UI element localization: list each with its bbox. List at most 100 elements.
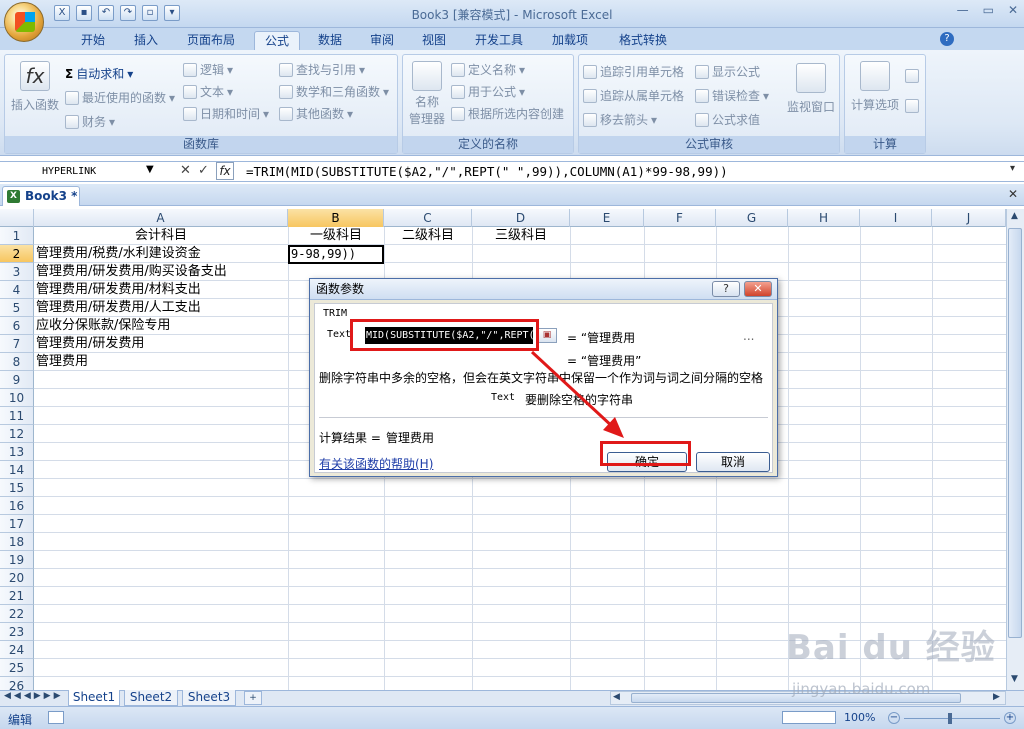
finance-button[interactable]: 财务 ▾ (65, 113, 115, 130)
workbook-tab[interactable]: X Book3 * (2, 186, 80, 206)
office-button[interactable] (4, 2, 44, 42)
watch-window-button[interactable]: 监视窗口 (785, 63, 837, 115)
use-in-formula-button[interactable]: 用于公式 ▾ (451, 83, 525, 100)
row-header[interactable]: 15 (0, 479, 34, 497)
cell-a3[interactable]: 管理费用/研发费用/购买设备支出 (36, 263, 227, 281)
row-header[interactable]: 20 (0, 569, 34, 587)
row-header[interactable]: 21 (0, 587, 34, 605)
evaluate-formula-button[interactable]: 公式求值 (695, 111, 760, 128)
workbook-close-icon[interactable]: ✕ (1008, 187, 1018, 201)
scroll-right-icon[interactable]: ▶ (993, 692, 1000, 702)
math-button[interactable]: 数学和三角函数 ▾ (279, 83, 389, 100)
datetime-button[interactable]: 日期和时间 ▾ (183, 105, 269, 122)
restore-button[interactable]: ▭ (983, 3, 994, 17)
zoom-out-icon[interactable]: − (888, 712, 900, 724)
macro-record-icon[interactable] (48, 711, 64, 724)
row-header[interactable]: 3 (0, 263, 34, 281)
dialog-title-bar[interactable]: 函数参数 ? ✕ (310, 279, 777, 300)
column-header[interactable]: B (288, 209, 384, 227)
insert-sheet-icon[interactable]: + (244, 691, 262, 705)
cell-a2[interactable]: 管理费用/税费/水利建设资金 (36, 245, 201, 263)
row-header[interactable]: 18 (0, 533, 34, 551)
trace-dependents-button[interactable]: 追踪从属单元格 (583, 87, 684, 104)
insert-function-icon[interactable]: fx (216, 162, 234, 180)
enter-icon[interactable]: ✓ (198, 163, 209, 178)
tab-developer[interactable]: 开发工具 (466, 31, 532, 50)
close-button[interactable]: ✕ (1008, 3, 1018, 17)
recent-functions-button[interactable]: 最近使用的函数 ▾ (65, 89, 175, 106)
row-header[interactable]: 11 (0, 407, 34, 425)
dialog-help-button[interactable]: ? (712, 281, 740, 297)
name-manager-button[interactable]: 名称 管理器 (407, 61, 447, 127)
collapse-dialog-icon[interactable]: ▣ (537, 328, 557, 343)
select-all-corner[interactable] (0, 209, 34, 227)
trace-precedents-button[interactable]: 追踪引用单元格 (583, 63, 684, 80)
row-header[interactable]: 12 (0, 425, 34, 443)
row-header[interactable]: 1 (0, 227, 34, 245)
cell-b1[interactable]: 一级科目 (288, 227, 384, 245)
view-buttons[interactable] (782, 711, 836, 724)
column-header[interactable]: H (788, 209, 860, 227)
column-header[interactable]: E (570, 209, 644, 227)
column-header[interactable]: A (34, 209, 288, 227)
expand-formula-bar-icon[interactable]: ▾ (1010, 163, 1015, 174)
row-header[interactable]: 4 (0, 281, 34, 299)
row-header[interactable]: 5 (0, 299, 34, 317)
other-functions-button[interactable]: 其他函数 ▾ (279, 105, 353, 122)
cell-c1[interactable]: 二级科目 (384, 227, 472, 245)
row-header[interactable]: 2 (0, 245, 34, 263)
minimize-button[interactable]: — (957, 3, 969, 17)
create-from-selection-button[interactable]: 根据所选内容创建 (451, 105, 564, 122)
tab-page-layout[interactable]: 页面布局 (178, 31, 244, 50)
cell-d1[interactable]: 三级科目 (472, 227, 570, 245)
active-cell-b2[interactable]: 9-98,99)) (288, 245, 384, 264)
error-checking-button[interactable]: 错误检查 ▾ (695, 87, 769, 104)
sheet-nav-icons[interactable]: ◀◀◀▶▶▶ (4, 691, 64, 701)
column-header[interactable]: I (860, 209, 932, 227)
calc-options-button[interactable]: 计算选项 (849, 61, 901, 113)
sheet-tab-3[interactable]: Sheet3 (182, 690, 236, 706)
row-header[interactable]: 24 (0, 641, 34, 659)
sheet-tab-1[interactable]: Sheet1 (68, 690, 120, 706)
define-name-button[interactable]: 定义名称 ▾ (451, 61, 525, 78)
name-box-dropdown-icon[interactable]: ▼ (146, 164, 154, 175)
zoom-slider[interactable] (904, 718, 1000, 719)
row-header[interactable]: 19 (0, 551, 34, 569)
sheet-tab-2[interactable]: Sheet2 (124, 690, 178, 706)
scroll-down-icon[interactable]: ▼ (1011, 674, 1018, 684)
row-header[interactable]: 22 (0, 605, 34, 623)
text-functions-button[interactable]: 文本 ▾ (183, 83, 233, 100)
tab-view[interactable]: 视图 (412, 31, 456, 50)
row-header[interactable]: 16 (0, 497, 34, 515)
row-header[interactable]: 25 (0, 659, 34, 677)
cancel-button[interactable]: 取消 (696, 452, 770, 472)
cell-a4[interactable]: 管理费用/研发费用/材料支出 (36, 281, 201, 299)
column-header[interactable]: C (384, 209, 472, 227)
tab-review[interactable]: 审阅 (360, 31, 404, 50)
cell-a5[interactable]: 管理费用/研发费用/人工支出 (36, 299, 201, 317)
cell-a6[interactable]: 应收分保账款/保险专用 (36, 317, 170, 335)
calc-sheet-icon[interactable] (905, 99, 919, 113)
row-header[interactable]: 26 (0, 677, 34, 690)
insert-function-button[interactable]: fx 插入函数 (9, 61, 61, 113)
row-header[interactable]: 6 (0, 317, 34, 335)
cell-a7[interactable]: 管理费用/研发费用 (36, 335, 144, 353)
zoom-level[interactable]: 100% (844, 711, 875, 724)
row-header[interactable]: 13 (0, 443, 34, 461)
row-header[interactable]: 9 (0, 371, 34, 389)
column-header[interactable]: J (932, 209, 1006, 227)
tab-data[interactable]: 数据 (308, 31, 352, 50)
tab-home[interactable]: 开始 (70, 31, 116, 50)
remove-arrows-button[interactable]: 移去箭头 ▾ (583, 111, 657, 128)
row-header[interactable]: 23 (0, 623, 34, 641)
scroll-up-icon[interactable]: ▲ (1011, 211, 1018, 221)
cancel-icon[interactable]: ✕ (180, 163, 191, 178)
show-formulas-button[interactable]: 显示公式 (695, 63, 760, 80)
name-box[interactable]: HYPERLINK (2, 163, 156, 180)
help-icon[interactable]: ? (940, 32, 954, 46)
calc-now-icon[interactable] (905, 69, 919, 83)
formula-input[interactable]: =TRIM(MID(SUBSTITUTE($A2,"/",REPT(" ",99… (246, 163, 728, 180)
tab-formulas[interactable]: 公式 (254, 31, 300, 50)
tab-format-convert[interactable]: 格式转换 (608, 31, 678, 50)
autosum-button[interactable]: Σ 自动求和 ▾ (65, 65, 133, 82)
